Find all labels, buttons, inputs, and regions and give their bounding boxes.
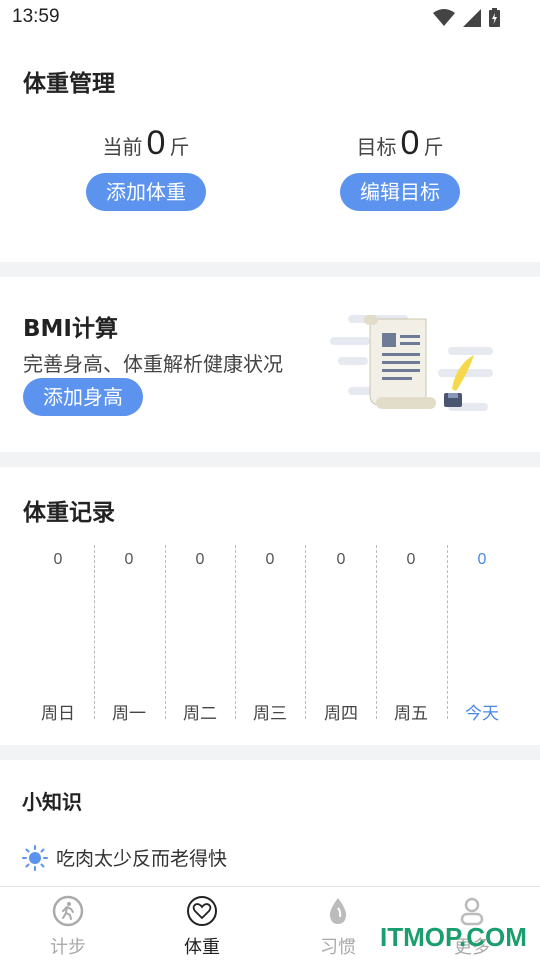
record-column-mon[interactable]: 0 周一 bbox=[94, 543, 164, 724]
current-weight-unit: 斤 bbox=[169, 135, 190, 159]
current-weight-section: 当前 0 斤 添加体重 bbox=[46, 124, 246, 211]
weight-record-title: 体重记录 bbox=[23, 500, 115, 526]
battery-icon bbox=[489, 8, 500, 27]
heart-icon bbox=[187, 896, 217, 926]
target-weight-section: 目标 0 斤 编辑目标 bbox=[300, 124, 500, 211]
record-day-label: 周日 bbox=[41, 704, 75, 724]
record-column-thu[interactable]: 0 周四 bbox=[306, 543, 376, 724]
record-column-fri[interactable]: 0 周五 bbox=[376, 543, 446, 724]
drop-icon bbox=[329, 898, 347, 924]
record-day-label: 周一 bbox=[112, 704, 146, 724]
add-height-button[interactable]: 添加身高 bbox=[23, 378, 143, 416]
target-weight-unit: 斤 bbox=[423, 135, 444, 159]
lightbulb-icon bbox=[22, 844, 48, 871]
record-day-label: 今天 bbox=[465, 704, 499, 724]
record-value: 0 bbox=[53, 551, 63, 568]
edit-target-button[interactable]: 编辑目标 bbox=[340, 173, 460, 211]
record-value: 0 bbox=[406, 551, 416, 568]
add-weight-button[interactable]: 添加体重 bbox=[86, 173, 206, 211]
record-day-label: 周五 bbox=[394, 704, 428, 724]
record-value: 0 bbox=[265, 551, 275, 568]
target-weight-value: 0 bbox=[400, 124, 420, 162]
record-column-tue[interactable]: 0 周二 bbox=[165, 543, 235, 724]
status-time: 13:59 bbox=[12, 6, 60, 27]
document-illustration-icon bbox=[330, 315, 493, 411]
status-icons bbox=[433, 8, 500, 27]
current-weight-line: 当前 0 斤 bbox=[46, 124, 246, 163]
walking-icon bbox=[52, 895, 84, 927]
weight-management-title: 体重管理 bbox=[23, 71, 115, 97]
record-value: 0 bbox=[195, 551, 205, 568]
weight-management-card: 体重管理 当前 0 斤 添加体重 目标 0 斤 编辑目标 bbox=[0, 36, 540, 262]
wifi-icon bbox=[433, 8, 455, 26]
tips-title: 小知识 bbox=[22, 790, 82, 814]
tab-steps-label: 计步 bbox=[50, 937, 86, 958]
record-day-label: 周三 bbox=[253, 704, 287, 724]
current-weight-value: 0 bbox=[146, 124, 166, 162]
tab-habits[interactable]: 习惯 bbox=[288, 895, 388, 959]
bmi-subtitle: 完善身高、体重解析健康状况 bbox=[23, 352, 283, 376]
tips-card: 小知识 吃肉太少反而老得快 bbox=[0, 760, 540, 886]
tab-weight-label: 体重 bbox=[184, 937, 220, 958]
status-bar: 13:59 bbox=[0, 0, 540, 36]
target-weight-line: 目标 0 斤 bbox=[300, 124, 500, 163]
record-column-sun[interactable]: 0 周日 bbox=[23, 543, 93, 724]
record-column-wed[interactable]: 0 周三 bbox=[235, 543, 305, 724]
target-weight-label: 目标 bbox=[356, 135, 397, 159]
record-value: 0 bbox=[477, 551, 487, 568]
record-day-label: 周二 bbox=[183, 704, 217, 724]
tab-steps[interactable]: 计步 bbox=[18, 895, 118, 959]
bmi-card: BMI计算 完善身高、体重解析健康状况 添加身高 bbox=[0, 277, 540, 452]
weight-record-chart: 0 周日 0 周一 0 周二 0 周三 0 周四 0 周五 0 今天 bbox=[23, 543, 517, 724]
tip-item[interactable]: 吃肉太少反而老得快 bbox=[22, 844, 227, 871]
record-day-label: 周四 bbox=[324, 704, 358, 724]
tip-text: 吃肉太少反而老得快 bbox=[56, 848, 228, 870]
record-value: 0 bbox=[336, 551, 346, 568]
tab-weight[interactable]: 体重 bbox=[152, 895, 252, 959]
record-value: 0 bbox=[124, 551, 134, 568]
weight-record-card: 体重记录 0 周日 0 周一 0 周二 0 周三 0 周四 0 周五 0 今天 bbox=[0, 467, 540, 745]
current-weight-label: 当前 bbox=[102, 135, 143, 159]
record-column-today[interactable]: 0 今天 bbox=[447, 543, 517, 724]
signal-icon bbox=[463, 8, 481, 27]
tab-habits-label: 习惯 bbox=[320, 937, 356, 958]
bmi-title: BMI计算 bbox=[23, 316, 118, 342]
watermark: ITMOP.COM bbox=[380, 922, 527, 952]
